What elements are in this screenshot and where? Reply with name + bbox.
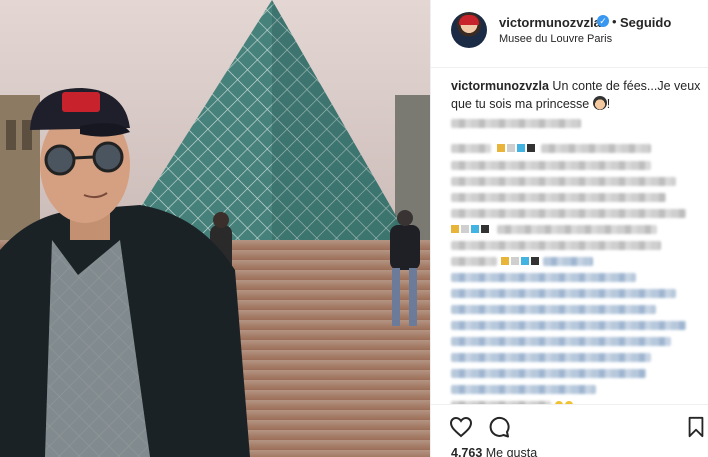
post-location[interactable]: Musee du Louvre Paris — [499, 33, 612, 45]
obscured-comment-line — [451, 119, 581, 128]
post-actions — [431, 404, 708, 444]
post-username[interactable]: victormunozvzla — [499, 15, 601, 30]
caption-username[interactable]: victormunozvzla — [451, 79, 549, 93]
avatar[interactable] — [451, 12, 487, 48]
likes-label: Me gusta — [485, 446, 538, 457]
post-photo[interactable] — [0, 0, 430, 457]
obscured-comment-line — [451, 193, 666, 202]
obscured-comment-line — [451, 289, 676, 298]
post-caption: victormunozvzla Un conte de fées...Je ve… — [451, 77, 701, 113]
obscured-comment-line — [543, 257, 593, 266]
obscured-comment-line — [451, 241, 661, 250]
likes-number: 4.763 — [451, 446, 483, 457]
post-header: victormunozvzla ✓ • Seguido Musee du Lou… — [431, 0, 708, 68]
obscured-comment-line — [451, 273, 636, 282]
comment-bubble-icon[interactable] — [487, 415, 511, 439]
obscured-emoji-row — [497, 144, 535, 153]
photo-illustration — [0, 0, 430, 457]
obscured-comment-line — [451, 385, 596, 394]
header-separator: • — [612, 14, 617, 29]
post-panel: victormunozvzla ✓ • Seguido Musee du Lou… — [430, 0, 708, 457]
obscured-emoji-row — [501, 257, 539, 266]
caption-trailing: ! — [606, 97, 611, 111]
obscured-comment-line — [497, 225, 657, 234]
obscured-comment-line — [451, 353, 651, 362]
likes-count[interactable]: 4.763 Me gusta — [451, 446, 537, 457]
heart-icon[interactable] — [449, 415, 473, 439]
verified-badge-icon: ✓ — [597, 15, 609, 27]
obscured-comment-line — [451, 305, 656, 314]
obscured-comment-line — [451, 209, 686, 218]
obscured-comment-line — [451, 144, 491, 153]
princess-emoji-icon — [592, 96, 607, 110]
obscured-emoji-row — [451, 225, 489, 234]
obscured-comment-line — [541, 144, 651, 153]
comments-section[interactable]: victormunozvzla Un conte de fées...Je ve… — [431, 69, 708, 404]
obscured-comment-line — [451, 161, 651, 170]
obscured-comment-line — [451, 337, 671, 346]
obscured-comment-line — [451, 369, 646, 378]
obscured-comment-line — [451, 177, 676, 186]
obscured-comment-line — [451, 321, 686, 330]
obscured-comment-line — [451, 257, 497, 266]
follow-status-button[interactable]: Seguido — [620, 15, 671, 30]
bookmark-icon[interactable] — [685, 415, 707, 439]
